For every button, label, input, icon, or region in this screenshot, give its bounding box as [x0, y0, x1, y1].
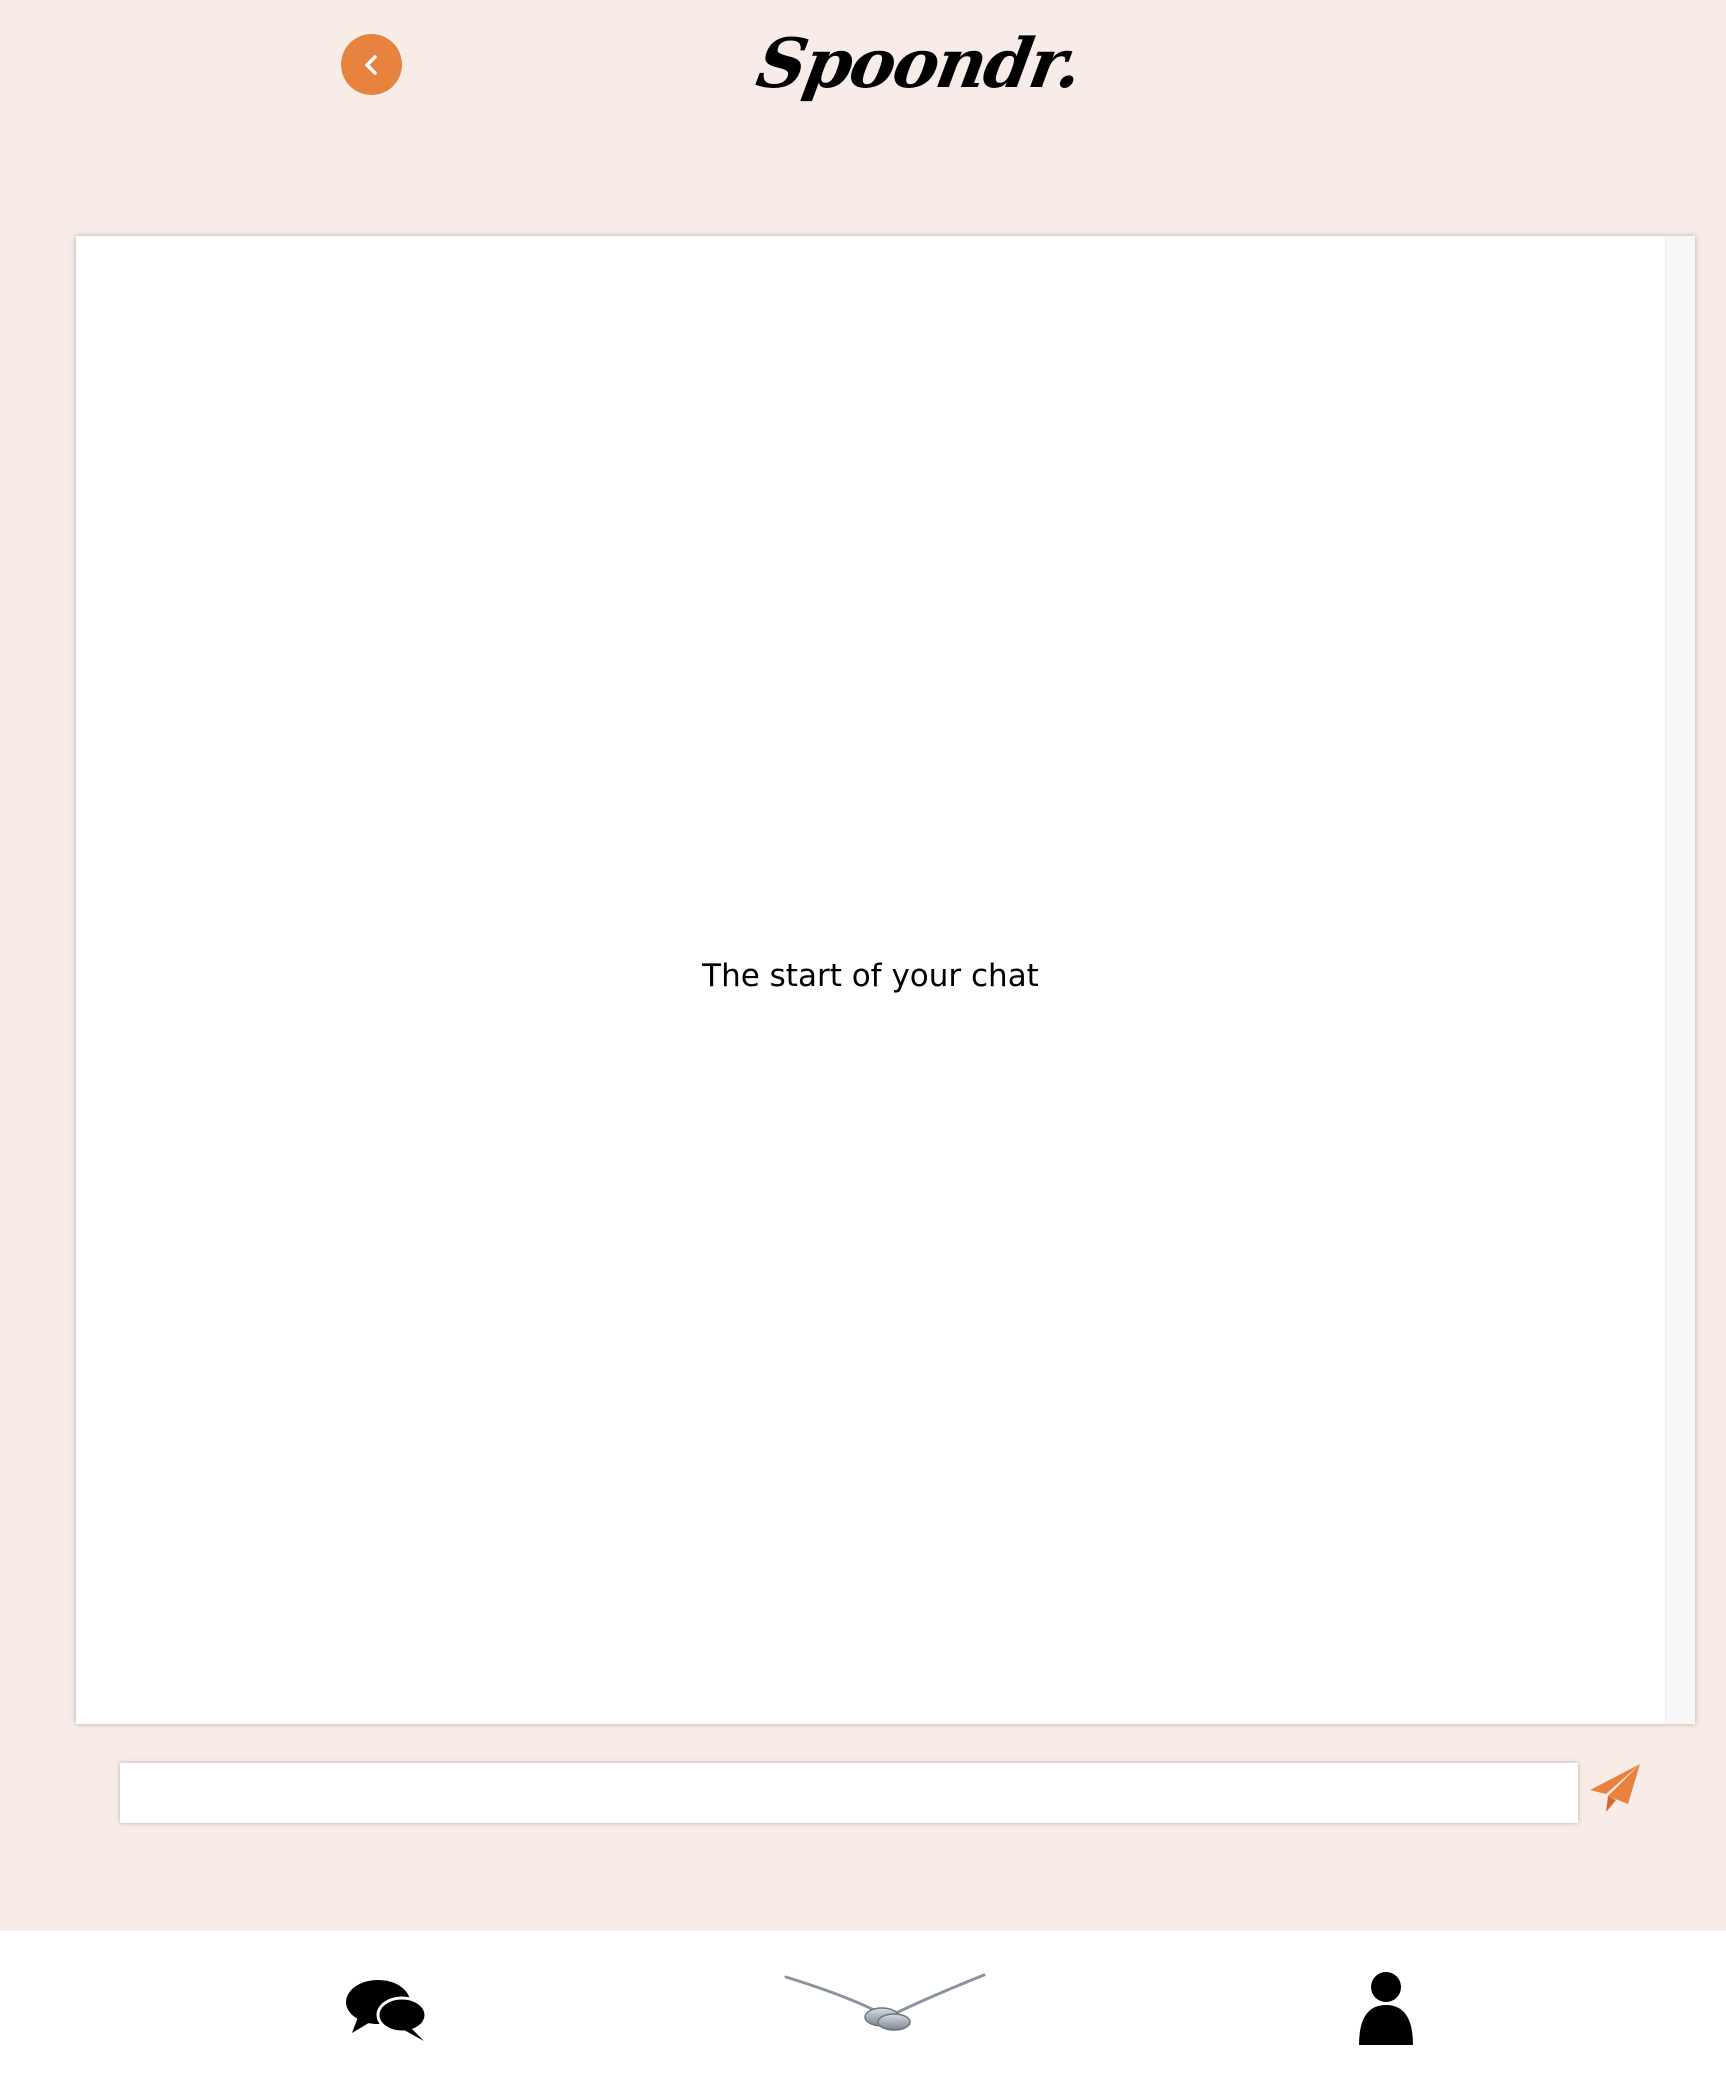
user-icon — [1359, 1972, 1413, 2045]
brand-title: Spoondr. — [750, 24, 1087, 104]
chat-empty-state: The start of your chat — [702, 958, 1039, 994]
back-button[interactable] — [341, 34, 402, 95]
nav-chats-button[interactable] — [344, 1975, 428, 2043]
nav-spoons-button[interactable] — [784, 1973, 986, 2037]
message-input[interactable] — [120, 1763, 1578, 1823]
chevron-left-icon — [364, 54, 377, 75]
bottom-navigation — [0, 1931, 1726, 2076]
send-button[interactable] — [1586, 1760, 1644, 1818]
brand-logo: Spoondr. — [751, 24, 1087, 134]
chat-scrollbar[interactable] — [1665, 236, 1695, 1724]
chat-window: The start of your chat — [76, 236, 1695, 1724]
spoons-icon — [784, 1973, 986, 2031]
chat-bubbles-icon — [346, 1980, 428, 2041]
paper-plane-icon — [1590, 1764, 1640, 1812]
nav-profile-button[interactable] — [1357, 1971, 1415, 2045]
